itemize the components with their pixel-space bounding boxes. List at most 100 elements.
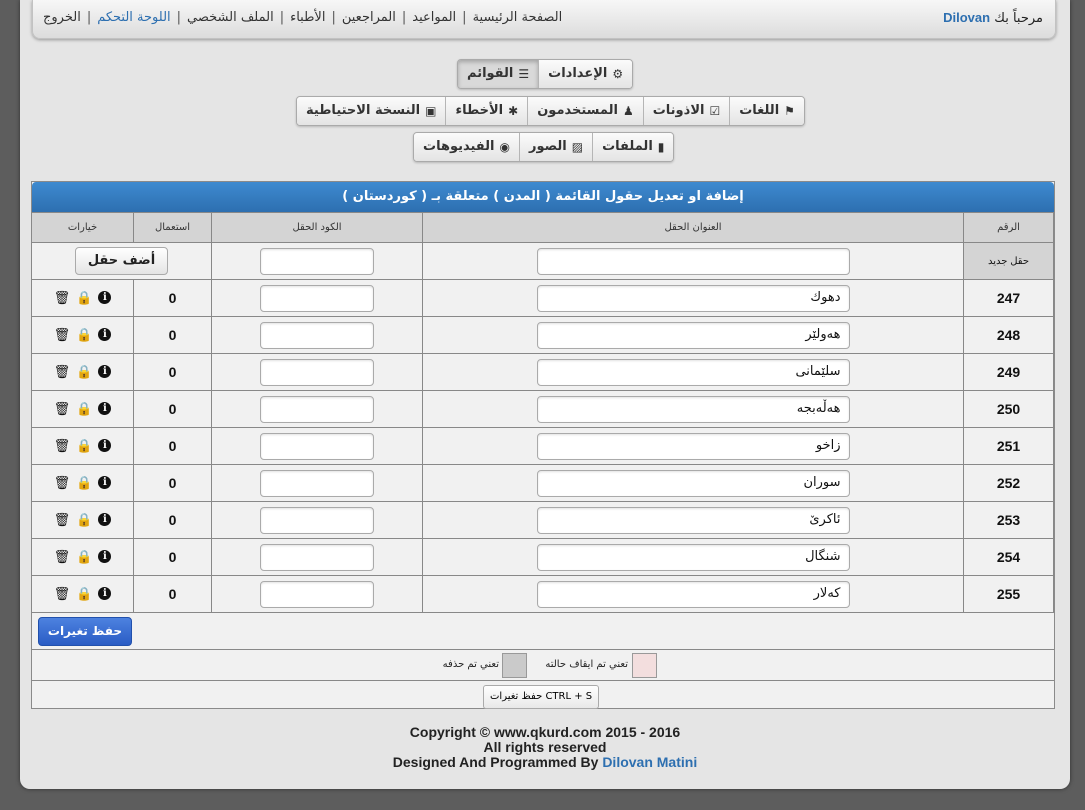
info-icon[interactable]: i	[98, 586, 112, 600]
field-id: 254	[963, 538, 1054, 576]
nav-patients[interactable]: المراجعين	[342, 10, 396, 25]
new-field-row: حقل جديد أضف حقل	[31, 242, 1054, 280]
add-field-button[interactable]: أضف حقل	[74, 247, 169, 275]
username-link[interactable]: Dilovan	[943, 10, 990, 25]
check-square-icon: ☑	[709, 104, 721, 118]
tab-errors[interactable]: ✱ الأخطاء	[445, 97, 528, 125]
lock-icon[interactable]: 🔒	[76, 328, 92, 343]
legend-suspended-text: تعني تم ايقاف حالته	[545, 659, 628, 670]
field-usage: 0	[133, 464, 212, 502]
lock-icon[interactable]: 🔒	[76, 550, 92, 565]
info-icon[interactable]: i	[98, 327, 112, 341]
save-changes-button[interactable]: حفظ تغيرات	[38, 617, 132, 646]
author-link[interactable]: Dilovan Matini	[602, 754, 697, 770]
tab-files[interactable]: ▮ الملفات	[592, 133, 674, 161]
nav-divider: |	[401, 10, 407, 25]
field-title-input[interactable]: ئاکرێ	[536, 506, 850, 534]
trash-icon[interactable]: 🗑	[54, 476, 71, 491]
field-code-input[interactable]	[260, 543, 374, 571]
field-id: 255	[963, 575, 1054, 613]
field-title-input[interactable]: هەڵەبجە	[536, 395, 850, 423]
info-icon[interactable]: i	[98, 512, 112, 526]
tab-images[interactable]: ▨ الصور	[518, 133, 593, 161]
fields-table: الرقم العنوان الحقل الكود الحقل استعمال …	[31, 212, 1054, 613]
new-field-title-input[interactable]	[536, 247, 850, 275]
shortcut-hint: CTRL + S حفظ تغيرات	[483, 685, 600, 709]
field-code-input[interactable]	[260, 284, 374, 312]
field-code-input[interactable]	[260, 432, 374, 460]
lock-icon[interactable]: 🔒	[76, 291, 92, 306]
lock-icon[interactable]: 🔒	[76, 476, 92, 491]
tab-permissions[interactable]: ☑ الاذونات	[642, 97, 730, 125]
field-title-input[interactable]: شنگال	[536, 543, 850, 571]
nav-divider: |	[331, 10, 336, 25]
field-code-input[interactable]	[260, 580, 374, 608]
trash-icon[interactable]: 🗑	[54, 365, 71, 380]
field-title-input[interactable]: کەلار	[536, 580, 850, 608]
field-code-input[interactable]	[260, 358, 374, 386]
tab-users[interactable]: ♟ المستخدمون	[527, 97, 643, 125]
footer: Copyright © www.qkurd.com 2015 - 2016 Al…	[20, 725, 1070, 770]
trash-icon[interactable]: 🗑	[54, 587, 71, 602]
trash-icon[interactable]: 🗑	[54, 513, 71, 528]
row-actions: 🗑 🔒 i	[32, 327, 133, 343]
field-title-input[interactable]: سوران	[536, 469, 850, 497]
field-title-input[interactable]: سلێمانی	[536, 358, 850, 386]
table-row: 254 شنگال 0 🗑 🔒 i	[31, 538, 1054, 576]
tab-videos[interactable]: ◉ الفيديوهات	[414, 133, 519, 161]
info-icon[interactable]: i	[98, 475, 112, 489]
info-icon[interactable]: i	[98, 549, 112, 563]
field-code-input[interactable]	[260, 469, 374, 497]
nav-logout[interactable]: الخروج	[43, 10, 81, 25]
nav-divider: |	[462, 10, 467, 25]
nav-profile[interactable]: الملف الشخصي	[187, 10, 274, 25]
credit-text: Designed And Programmed By Dilovan Matin…	[392, 754, 698, 770]
table-row: 252 سوران 0 🗑 🔒 i	[31, 464, 1054, 502]
info-icon[interactable]: i	[98, 364, 112, 378]
field-code-input[interactable]	[260, 395, 374, 423]
field-title-input[interactable]: زاخو	[536, 432, 850, 460]
col-options: خيارات	[31, 212, 134, 243]
nav-appointments[interactable]: المواعيد	[412, 10, 456, 25]
field-title-input[interactable]: هەولێر	[536, 321, 850, 349]
tab-lists[interactable]: ☰ القوائم	[458, 60, 539, 88]
field-title-input[interactable]: دهوك	[536, 284, 850, 312]
lock-icon[interactable]: 🔒	[76, 587, 92, 602]
lock-icon[interactable]: 🔒	[76, 365, 92, 380]
field-id: 248	[963, 316, 1054, 354]
lock-icon[interactable]: 🔒	[76, 402, 92, 417]
trash-icon[interactable]: 🗑	[54, 550, 71, 565]
legend-row: تعني تم ايقاف حالته تعني تم حذفه	[32, 649, 1054, 680]
play-circle-icon: ◉	[499, 140, 510, 154]
row-actions: 🗑 🔒 i	[32, 586, 133, 602]
row-actions: 🗑 🔒 i	[32, 364, 133, 380]
tabs-row-3: ▮ الملفات ▨ الصور ◉ الفيديوهات	[413, 132, 675, 162]
lock-icon[interactable]: 🔒	[76, 439, 92, 454]
info-icon[interactable]: i	[98, 401, 112, 415]
trash-icon[interactable]: 🗑	[54, 439, 71, 454]
field-usage: 0	[133, 427, 212, 465]
table-row: 249 سلێمانی 0 🗑 🔒 i	[31, 353, 1054, 391]
col-id: الرقم	[963, 212, 1054, 243]
tab-settings[interactable]: ⚙ الإعدادات	[538, 60, 633, 88]
field-usage: 0	[133, 575, 212, 613]
nav-home[interactable]: الصفحة الرئيسية	[473, 10, 563, 25]
field-code-input[interactable]	[260, 506, 374, 534]
picture-icon: ▨	[571, 140, 584, 154]
tab-languages[interactable]: ⚑ اللغات	[729, 97, 804, 125]
field-id: 251	[963, 427, 1054, 465]
field-code-input[interactable]	[260, 321, 374, 349]
lock-icon[interactable]: 🔒	[76, 513, 92, 528]
trash-icon[interactable]: 🗑	[54, 328, 71, 343]
info-icon[interactable]: i	[98, 290, 112, 304]
new-field-code-input[interactable]	[260, 247, 374, 275]
info-icon[interactable]: i	[98, 438, 112, 452]
nav-control-panel[interactable]: اللوحة التحكم	[97, 10, 170, 25]
nav-doctors[interactable]: الأطباء	[290, 10, 325, 25]
trash-icon[interactable]: 🗑	[54, 402, 71, 417]
field-usage: 0	[133, 316, 212, 354]
tab-backup[interactable]: ▣ النسخة الاحتياطية	[297, 97, 446, 125]
trash-icon[interactable]: 🗑	[54, 291, 71, 306]
table-row: 251 زاخو 0 🗑 🔒 i	[31, 427, 1054, 465]
legend-suspended-swatch	[632, 653, 657, 678]
